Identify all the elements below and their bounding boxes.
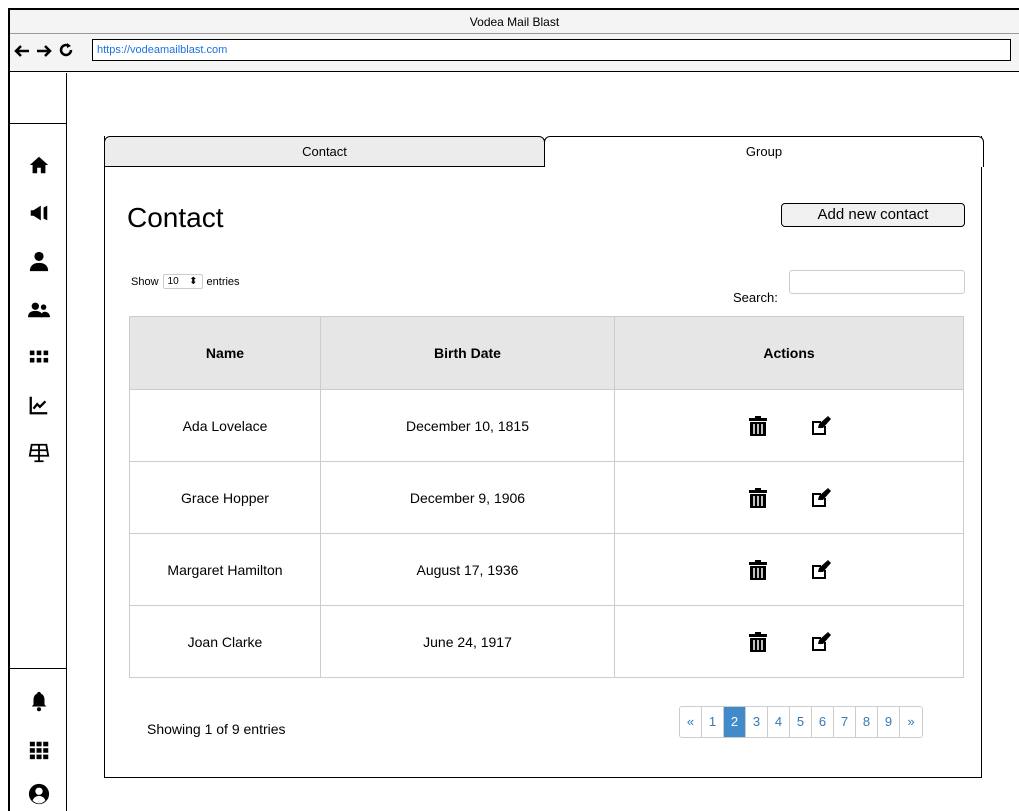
cell-name: Grace Hopper <box>129 461 321 534</box>
url-field[interactable]: https://vodeamailblast.com <box>92 39 1011 61</box>
contacts-table: Name Birth Date Actions Ada Lovelace Dece… <box>129 316 964 678</box>
trash-icon[interactable] <box>747 415 769 437</box>
page-3-button[interactable]: 3 <box>746 707 768 737</box>
table-row: Ada Lovelace December 10, 1815 <box>129 389 964 462</box>
cell-name: Ada Lovelace <box>129 389 321 462</box>
trash-icon[interactable] <box>747 631 769 653</box>
page-8-button[interactable]: 8 <box>856 707 878 737</box>
bell-icon[interactable] <box>10 687 67 715</box>
cell-actions <box>614 605 964 678</box>
cell-name: Joan Clarke <box>129 605 321 678</box>
trash-icon[interactable] <box>747 487 769 509</box>
showing-info: Showing 1 of 9 entries <box>147 721 286 737</box>
page-7-button[interactable]: 7 <box>834 707 856 737</box>
column-header-name[interactable]: Name <box>129 316 321 390</box>
page-6-button[interactable]: 6 <box>812 707 834 737</box>
sidebar <box>10 73 67 811</box>
solar-panel-icon[interactable] <box>10 439 67 467</box>
show-entries: Show 10 ⬍ entries <box>131 274 240 289</box>
edit-icon[interactable] <box>809 631 831 653</box>
apps-icon[interactable] <box>10 736 67 764</box>
table-row: Grace Hopper December 9, 1906 <box>129 461 964 534</box>
grid-icon[interactable] <box>10 343 67 371</box>
page-5-button[interactable]: 5 <box>790 707 812 737</box>
tab-contact[interactable]: Contact <box>104 136 545 167</box>
users-icon[interactable] <box>10 295 67 323</box>
reload-icon[interactable] <box>56 42 76 64</box>
page-2-button[interactable]: 2 <box>724 707 746 737</box>
page-next-button[interactable]: » <box>900 707 922 737</box>
page-4-button[interactable]: 4 <box>768 707 790 737</box>
cell-name: Margaret Hamilton <box>129 533 321 606</box>
edit-icon[interactable] <box>809 487 831 509</box>
contact-panel: Contact Group Contact Add new contact Sh… <box>104 136 984 778</box>
cell-actions <box>614 533 964 606</box>
page-9-button[interactable]: 9 <box>878 707 900 737</box>
page-1-button[interactable]: 1 <box>702 707 724 737</box>
trash-icon[interactable] <box>747 559 769 581</box>
cell-birth-date: June 24, 1917 <box>320 605 615 678</box>
table-row: Joan Clarke June 24, 1917 <box>129 605 964 678</box>
entries-select[interactable]: 10 ⬍ <box>162 274 203 289</box>
chart-icon[interactable] <box>10 391 67 419</box>
add-contact-button[interactable]: Add new contact <box>781 203 965 227</box>
cell-actions <box>614 389 964 462</box>
edit-icon[interactable] <box>809 559 831 581</box>
column-header-birth-date[interactable]: Birth Date <box>320 316 615 390</box>
arrow-right-icon[interactable] <box>34 42 54 64</box>
cell-actions <box>614 461 964 534</box>
cell-birth-date: December 10, 1815 <box>320 389 615 462</box>
cell-birth-date: December 9, 1906 <box>320 461 615 534</box>
entries-label: entries <box>206 275 240 288</box>
show-label: Show <box>131 275 159 288</box>
search-input[interactable] <box>789 270 965 294</box>
tab-group[interactable]: Group <box>544 136 984 167</box>
pagination: «1 2 3 4 5 6 7 8 9» <box>679 706 923 738</box>
page-title: Contact <box>127 202 224 233</box>
account-circle-icon[interactable] <box>10 780 67 808</box>
home-icon[interactable] <box>10 151 67 179</box>
address-bar: https://vodeamailblast.com <box>10 34 1019 72</box>
megaphone-icon[interactable] <box>10 199 67 227</box>
sort-arrows-icon: ⬍ <box>189 276 198 287</box>
cell-birth-date: August 17, 1936 <box>320 533 615 606</box>
search-label: Search: <box>733 290 778 305</box>
user-icon[interactable] <box>10 247 67 275</box>
page-prev-button[interactable]: « <box>680 707 702 737</box>
column-header-actions: Actions <box>614 316 964 390</box>
arrow-left-icon[interactable] <box>12 42 32 64</box>
browser-window: Vodea Mail Blast https://vodeamailblast.… <box>8 8 1019 811</box>
edit-icon[interactable] <box>809 415 831 437</box>
window-title: Vodea Mail Blast <box>10 10 1019 34</box>
table-row: Margaret Hamilton August 17, 1936 <box>129 533 964 606</box>
table-header-row: Name Birth Date Actions <box>129 316 964 390</box>
